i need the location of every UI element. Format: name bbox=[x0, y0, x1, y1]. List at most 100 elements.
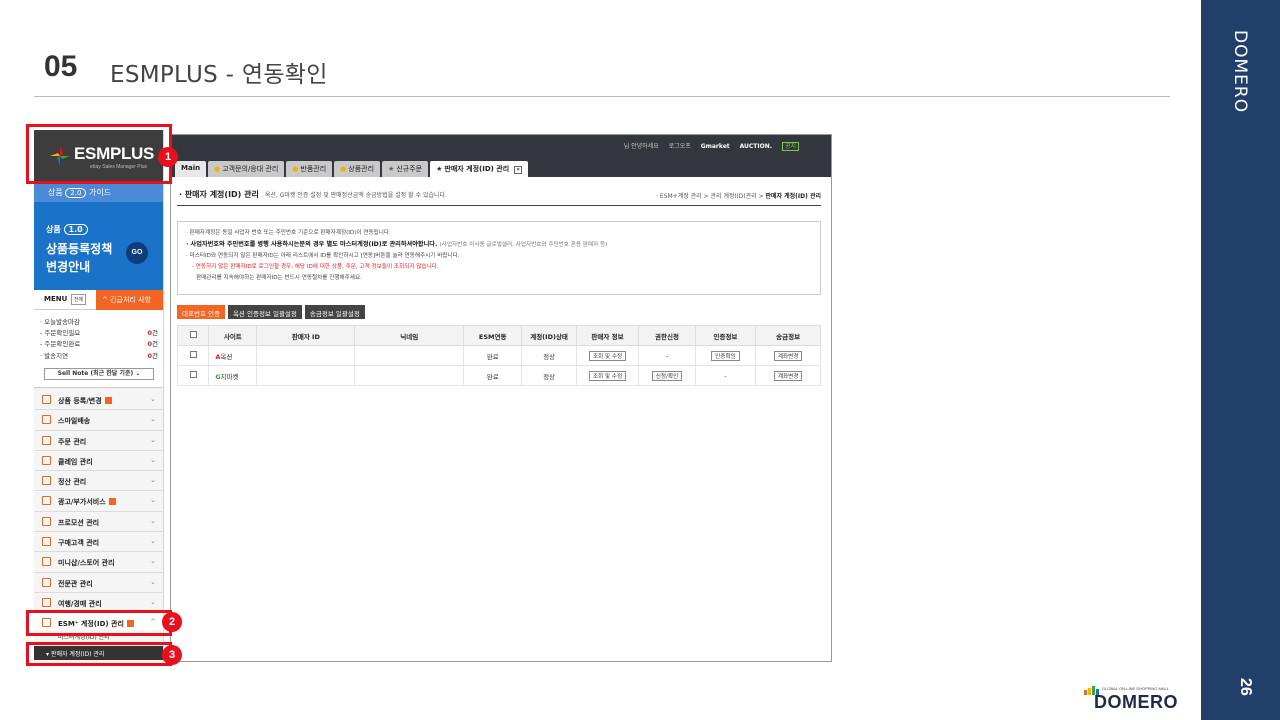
logout-link[interactable]: 로그오프 bbox=[669, 143, 691, 150]
column-header: 권한신청 bbox=[638, 325, 696, 346]
store-icon bbox=[42, 557, 51, 567]
status-cell: 정상 bbox=[521, 345, 577, 366]
close-icon[interactable]: ✕ bbox=[514, 166, 523, 174]
page-number: 26 bbox=[1237, 678, 1254, 696]
tab-products[interactable]: ● 상품관리 bbox=[334, 161, 381, 177]
tab-customer-inquiry[interactable]: ● 고객문의/응대 관리 bbox=[208, 161, 285, 177]
permission-request-button[interactable]: 신청/확인 bbox=[651, 370, 683, 381]
tab-bar: Main ● 고객문의/응대 관리 ● 반품관리 ● 상품관리 ★ 신규주문 ★ 판매자 … bbox=[175, 161, 530, 177]
auction-link[interactable]: AUCTION. bbox=[740, 143, 772, 150]
table-row: A옥션 완료 정상 조회 및 수정 - 인증확인 계좌변경 bbox=[176, 345, 821, 366]
seller-id-cell bbox=[256, 365, 356, 386]
chevron-down-icon: ⌄ bbox=[150, 455, 156, 464]
auth-check-button[interactable]: 인증확인 bbox=[711, 350, 740, 361]
star-icon: ● bbox=[214, 165, 221, 173]
product-guide-link[interactable]: 상품 2.0 가이드 bbox=[34, 182, 163, 202]
header-divider bbox=[177, 205, 821, 206]
tab-returns[interactable]: ● 반품관리 bbox=[286, 161, 333, 177]
order-icon bbox=[42, 435, 51, 445]
nickname-cell bbox=[354, 345, 464, 366]
sell-note-dropdown[interactable]: Sell Note (최근 한달 기준) ⌄ bbox=[44, 368, 154, 380]
notice-line: · 판매자계정은 동일 사업자 번호 또는 주민번호 기준으로 판매자계정(ID… bbox=[186, 230, 391, 236]
callout-box-1 bbox=[26, 124, 172, 184]
row-checkbox[interactable] bbox=[176, 365, 210, 386]
travel-icon bbox=[42, 597, 51, 607]
nav-item-smile-delivery[interactable]: 스마일배송 ⌄ bbox=[34, 410, 163, 431]
seller-id-cell bbox=[256, 345, 356, 366]
urgent-tasks-button[interactable]: ^ 긴급처리 사항 bbox=[96, 290, 163, 310]
tab-seller-account[interactable]: ★ 판매자 계정(ID) 관리 ✕ bbox=[430, 161, 529, 177]
menu-header: MENU 전체 ^ 긴급처리 사항 bbox=[34, 290, 163, 310]
column-header: 인증정보 bbox=[694, 325, 757, 346]
nav-item-ads[interactable]: 광고/부가서비스 ⌄ bbox=[34, 491, 163, 512]
tab-new-orders[interactable]: ★ 신규주문 bbox=[382, 161, 429, 177]
nav-item-specialty[interactable]: 전문관 관리 ⌄ bbox=[34, 572, 163, 593]
banner-go-button[interactable]: GO bbox=[126, 242, 148, 264]
footer-tagline: GLOBAL ON-LINE SHOPPING MALL bbox=[1102, 686, 1169, 691]
slide-number: 05 bbox=[44, 50, 78, 83]
column-header: 사이트 bbox=[208, 325, 258, 346]
callout-badge-3: 3 bbox=[162, 645, 182, 665]
remit-cell: 계좌변경 bbox=[755, 365, 821, 386]
linked-cell: 완료 bbox=[462, 365, 523, 386]
callout-box-2 bbox=[26, 610, 172, 636]
nav-item-claims[interactable]: 클레임 관리 ⌄ bbox=[34, 450, 163, 472]
star-icon: ● bbox=[340, 165, 347, 173]
account-change-button[interactable]: 계좌변경 bbox=[773, 370, 803, 381]
side-brand: DOMERO bbox=[1230, 30, 1250, 114]
nav-item-promotion[interactable]: 프로모션 관리 ⌄ bbox=[34, 511, 163, 533]
tab-main[interactable]: Main bbox=[175, 161, 207, 177]
notice-box: · 판매자계정은 동일 사업자 번호 또는 주민번호 기준으로 판매자계정(ID… bbox=[177, 221, 821, 295]
rep-number-auth-button[interactable]: 대표번호 인증 bbox=[177, 305, 225, 319]
chevron-down-icon: ⌄ bbox=[150, 435, 156, 444]
status-line[interactable]: - 주문확인완료 0건 bbox=[40, 338, 158, 348]
new-badge bbox=[104, 397, 112, 404]
delivery-icon bbox=[42, 415, 51, 425]
nav-item-customers[interactable]: 구매고객 관리 ⌄ bbox=[34, 532, 163, 553]
status-line: · 오늘발송마감 bbox=[40, 318, 81, 326]
row-checkbox[interactable] bbox=[176, 345, 210, 366]
view-edit-button[interactable]: 조회 및 수정 bbox=[588, 370, 627, 381]
callout-box-3 bbox=[26, 642, 172, 666]
claim-icon bbox=[42, 455, 51, 465]
banner-version: 상품 1.0 bbox=[46, 224, 88, 235]
banner-line2: 변경안내 bbox=[46, 260, 91, 274]
notice-link[interactable]: 공지 bbox=[781, 142, 799, 151]
title-divider bbox=[34, 96, 1170, 97]
notice-line: 판매관리를 지속해야하는 판매자ID는 반드시 연동절차를 진행해주세요. bbox=[196, 275, 362, 281]
nav-item-settlement[interactable]: 정산 관리 ⌄ bbox=[34, 471, 163, 492]
specialty-icon bbox=[42, 577, 51, 587]
status-line[interactable]: · 발송지연 0건 bbox=[40, 350, 158, 360]
menu-all-button[interactable]: 전체 bbox=[71, 294, 87, 305]
new-badge bbox=[108, 498, 116, 506]
nickname-cell bbox=[354, 365, 464, 386]
seller-account-table: 사이트 판매자 ID 닉네임 ESM연동 계정(ID)상태 판매자 정보 권한신… bbox=[176, 325, 821, 386]
seller-info-cell: 조회 및 수정 bbox=[575, 345, 640, 366]
chevron-down-icon: ⌄ bbox=[150, 537, 156, 546]
gmarket-link[interactable]: Gmarket bbox=[701, 143, 730, 150]
auth-cell: - bbox=[694, 365, 757, 386]
view-edit-button[interactable]: 조회 및 수정 bbox=[588, 350, 627, 361]
policy-banner[interactable]: 상품 1.0 상품등록정책 변경안내 GO bbox=[34, 202, 163, 290]
notice-line: · 마스터ID와 연동되지 않은 판매자ID는 아래 리스트에서 ID를 확인하… bbox=[186, 253, 460, 259]
esm-left-nav: ESMPLUS ebay Sales Manager Plus 상품 2.0 가… bbox=[34, 130, 164, 664]
star-icon: ★ bbox=[388, 165, 395, 173]
remit-bulk-button[interactable]: 송금정보 일괄설정 bbox=[304, 305, 365, 319]
auction-auth-bulk-button[interactable]: 옥션 인증정보 일괄설정 bbox=[227, 305, 302, 319]
ad-icon bbox=[42, 496, 51, 506]
chevron-down-icon: ⌄ bbox=[150, 516, 156, 525]
chevron-down-icon: ⌄ bbox=[150, 395, 156, 403]
column-header: 판매자 정보 bbox=[575, 325, 640, 346]
account-change-button[interactable]: 계좌변경 bbox=[773, 350, 803, 361]
status-line[interactable]: - 주문확인필요 0건 bbox=[40, 327, 158, 337]
auth-cell: 인증확인 bbox=[694, 345, 757, 366]
chevron-down-icon: ⌄ bbox=[150, 577, 156, 586]
callout-badge-2: 2 bbox=[162, 612, 182, 632]
select-all-checkbox[interactable] bbox=[176, 325, 210, 346]
nav-item-orders[interactable]: 주문 관리 ⌄ bbox=[34, 430, 163, 451]
nav-item-ministore[interactable]: 미니샵/스토어 관리 ⌄ bbox=[34, 552, 163, 573]
nav-item-product-register[interactable]: 상품 등록/변경 ⌄ bbox=[34, 390, 163, 411]
shipping-status-box: · 오늘발송마감 - 주문확인필요 0건 - 주문확인완료 0건 · 발송지연 0건 … bbox=[34, 310, 163, 388]
guide-version: 2.0 bbox=[65, 188, 87, 198]
callout-badge-1: 1 bbox=[158, 147, 178, 167]
